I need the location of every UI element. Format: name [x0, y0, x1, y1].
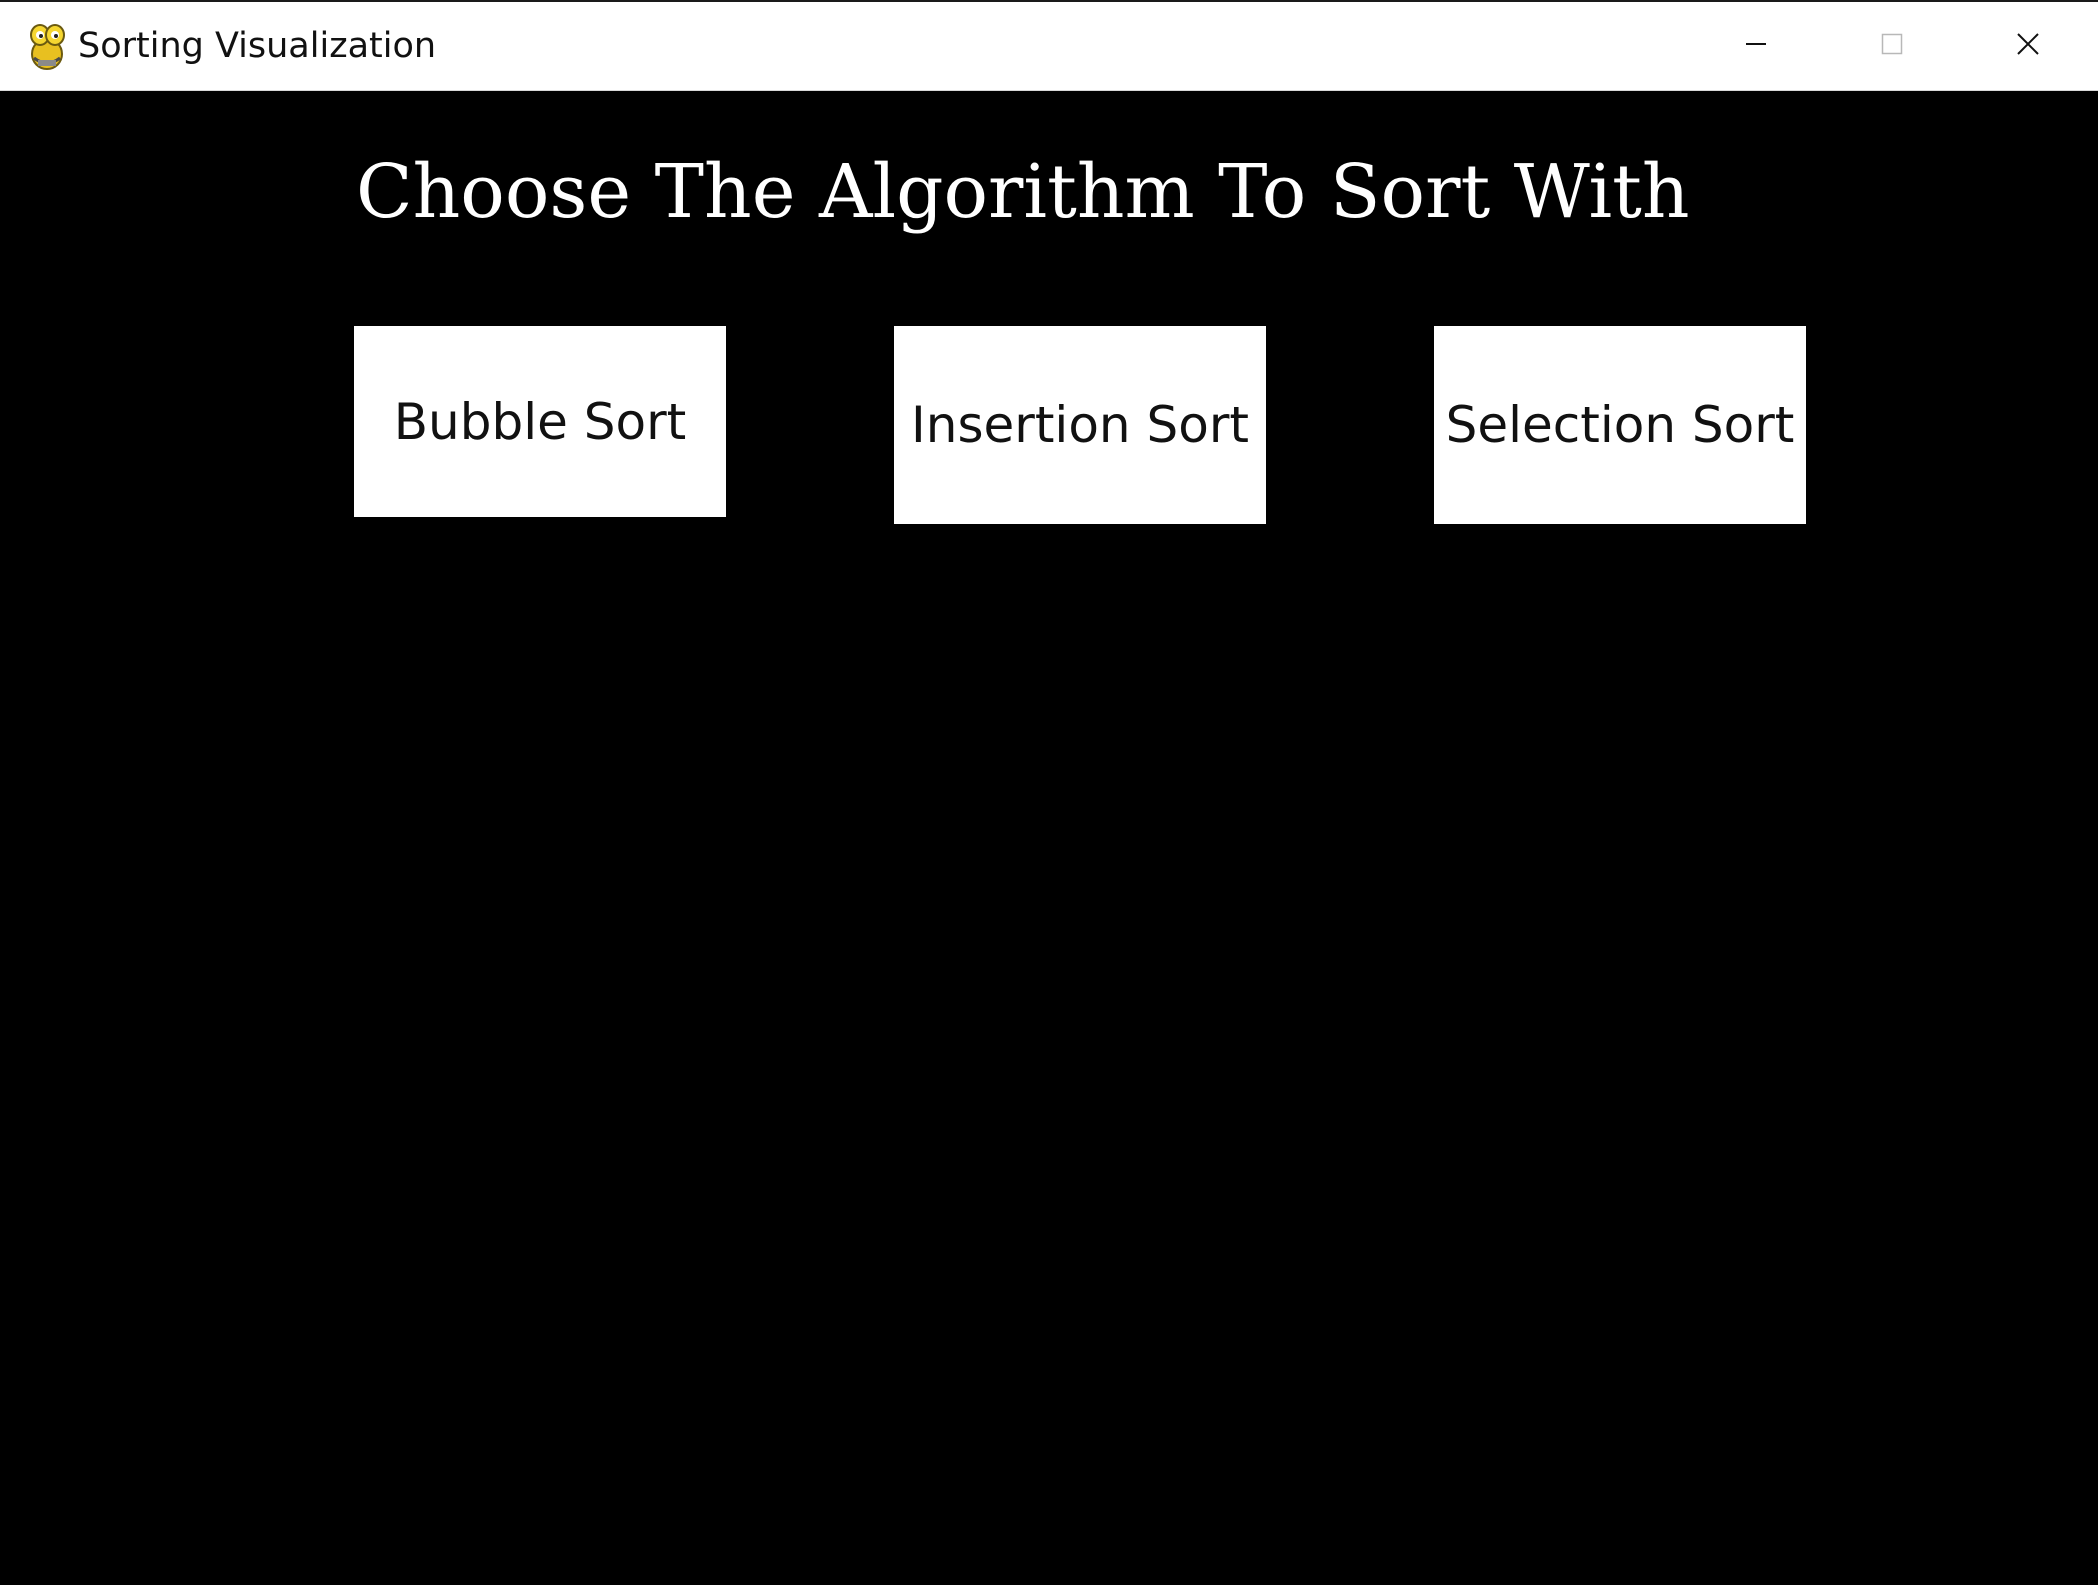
close-icon	[2016, 32, 2040, 61]
selection-sort-button[interactable]: Selection Sort	[1434, 326, 1806, 524]
maximize-icon	[1881, 33, 1903, 60]
insertion-sort-label: Insertion Sort	[911, 396, 1249, 454]
title-bar[interactable]: Sorting Visualization	[0, 0, 2098, 91]
selection-sort-label: Selection Sort	[1445, 396, 1795, 454]
minimize-icon	[1745, 33, 1767, 60]
close-button[interactable]	[1960, 2, 2096, 90]
game-canvas: Choose The Algorithm To Sort With Bubble…	[0, 91, 2098, 1585]
minimize-button[interactable]	[1688, 2, 1824, 90]
maximize-button[interactable]	[1824, 2, 1960, 90]
insertion-sort-button[interactable]: Insertion Sort	[894, 326, 1266, 524]
bubble-sort-label: Bubble Sort	[393, 392, 687, 451]
window-title: Sorting Visualization	[78, 26, 437, 66]
page-heading: Choose The Algorithm To Sort With	[356, 149, 1690, 235]
app-icon	[24, 22, 70, 72]
app-window: Sorting Visualization Choose The Algorit…	[0, 0, 2098, 1585]
bubble-sort-button[interactable]: Bubble Sort	[354, 326, 726, 517]
